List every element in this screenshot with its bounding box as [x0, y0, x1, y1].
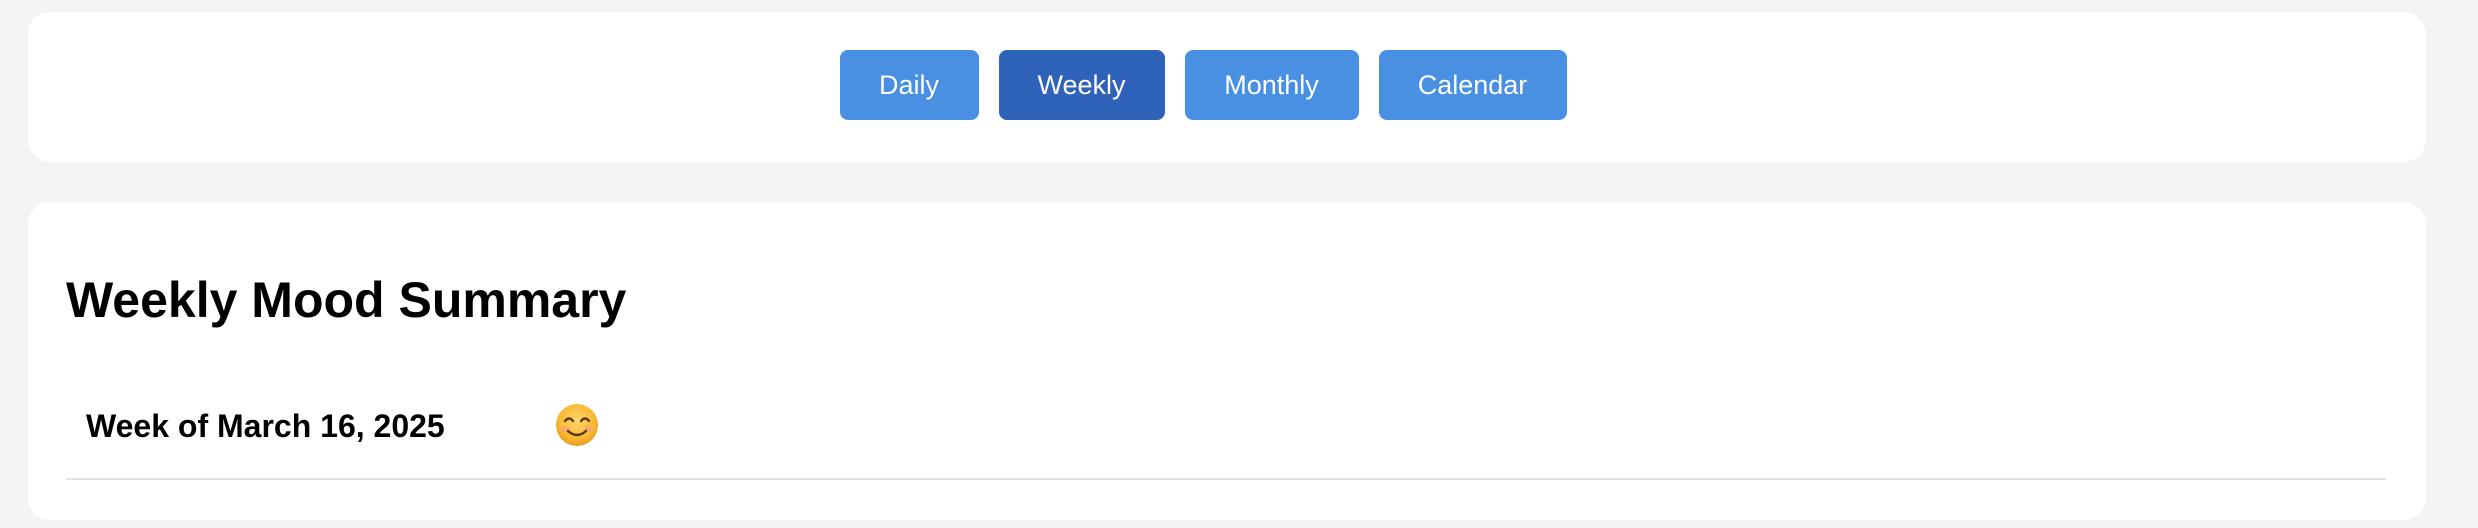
tab-weekly[interactable]: Weekly [998, 50, 1165, 120]
tab-calendar[interactable]: Calendar [1378, 50, 1567, 120]
weekly-summary-card: Weekly Mood Summary Week of March 16, 20… [28, 202, 2426, 520]
tab-daily[interactable]: Daily [839, 50, 979, 120]
page-title: Weekly Mood Summary [66, 272, 627, 328]
list-item: Week of March 16, 2025 [66, 392, 2386, 480]
tab-monthly[interactable]: Monthly [1184, 50, 1359, 120]
view-tabs: Daily Weekly Monthly Calendar [839, 50, 1567, 120]
smiling-face-icon [556, 404, 598, 446]
view-switcher-card: Daily Weekly Monthly Calendar [28, 12, 2426, 162]
week-label: Week of March 16, 2025 [86, 408, 445, 444]
